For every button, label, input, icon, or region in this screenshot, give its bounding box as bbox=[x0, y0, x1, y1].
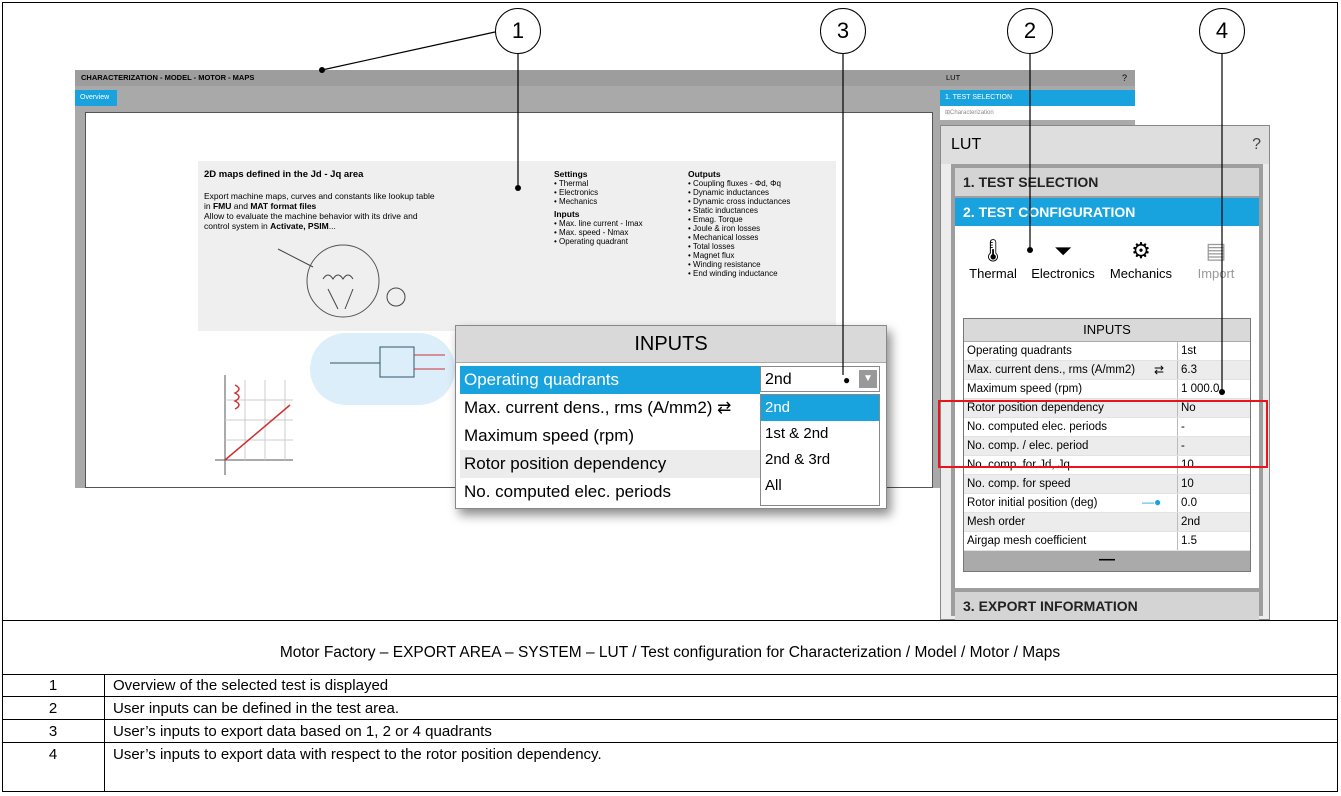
legend-num: 1 bbox=[48, 677, 58, 694]
callout-1: 1 bbox=[495, 8, 541, 54]
callout-4: 4 bbox=[1199, 8, 1245, 54]
figure-caption: Motor Factory – EXPORT AREA – SYSTEM – L… bbox=[279, 644, 1061, 661]
legend-text: Overview of the selected test is display… bbox=[113, 677, 389, 694]
legend-num: 3 bbox=[48, 723, 58, 740]
callout-3: 3 bbox=[820, 8, 866, 54]
callout-2: 2 bbox=[1007, 8, 1053, 54]
legend-num: 4 bbox=[48, 746, 58, 763]
legend-num: 2 bbox=[48, 700, 58, 717]
legend-text: User’s inputs to export data based on 1,… bbox=[113, 723, 492, 740]
legend-text: User inputs can be defined in the test a… bbox=[113, 700, 400, 717]
callout-lines bbox=[319, 31, 1225, 395]
legend-text: User’s inputs to export data with respec… bbox=[113, 746, 602, 763]
